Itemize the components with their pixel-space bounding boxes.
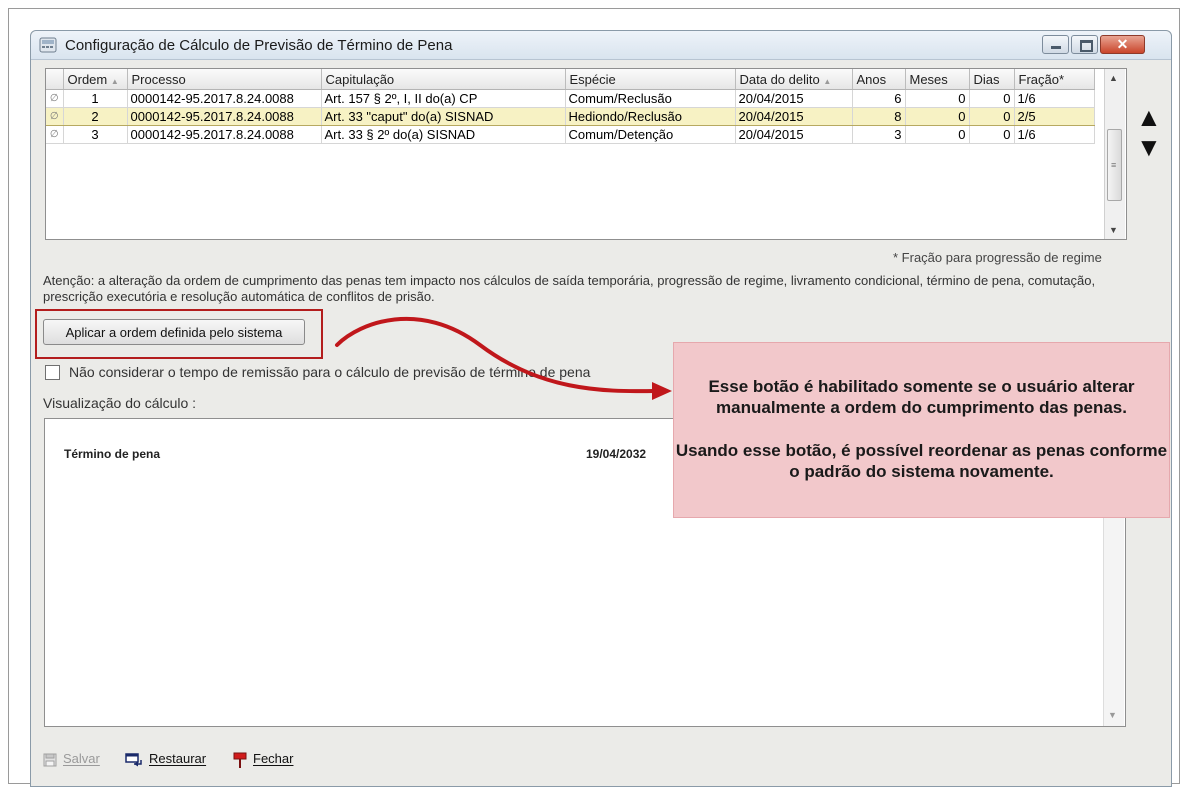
scroll-down-icon[interactable]: ▼ — [1109, 225, 1118, 235]
scroll-down-icon[interactable]: ▼ — [1108, 710, 1117, 720]
minimize-button[interactable] — [1042, 35, 1069, 54]
maximize-button[interactable] — [1071, 35, 1098, 54]
cell-ordem[interactable]: 3 — [63, 125, 128, 144]
col-anos-header[interactable]: Anos — [852, 69, 906, 90]
minimize-icon — [1051, 46, 1061, 49]
col-capitulacao-header[interactable]: Capitulação — [321, 69, 566, 90]
maximize-icon — [1080, 40, 1093, 52]
app-icon — [39, 37, 57, 53]
col-ordem-header[interactable]: Ordem ▲ — [63, 69, 128, 90]
cell-data[interactable]: 20/04/2015 — [735, 89, 853, 108]
red-flag-icon — [233, 752, 247, 768]
col-processo-header[interactable]: Processo — [127, 69, 322, 90]
attention-text: Atenção: a alteração da ordem de cumprim… — [43, 273, 1096, 304]
col-data-header[interactable]: Data do delito ▲ — [735, 69, 853, 90]
col-meses-header[interactable]: Meses — [905, 69, 970, 90]
calc-term-date: 19/04/2032 — [586, 447, 647, 461]
cell-fracao[interactable]: 1/6 — [1014, 125, 1095, 144]
table-row[interactable]: ∅ 1 0000142-95.2017.8.24.0088 Art. 157 §… — [46, 89, 1095, 108]
cell-especie[interactable]: Comum/Reclusão — [565, 89, 736, 108]
grip-icon: ≡ — [1111, 160, 1117, 170]
save-button[interactable]: Salvar — [43, 751, 100, 767]
close-button[interactable]: Fechar — [233, 751, 293, 768]
calc-term-label: Término de pena — [64, 447, 161, 461]
restore-icon — [125, 752, 142, 767]
floppy-disk-icon — [43, 753, 57, 767]
window-title: Configuração de Cálculo de Previsão de T… — [65, 37, 453, 54]
title-bar: Configuração de Cálculo de Previsão de T… — [31, 31, 1171, 60]
col-indicator-header — [46, 69, 64, 90]
cell-data[interactable]: 20/04/2015 — [735, 107, 853, 126]
cell-dias[interactable]: 0 — [969, 89, 1015, 108]
cell-meses[interactable]: 0 — [905, 107, 970, 126]
annotation-callout: Esse botão é habilitado somente se o usu… — [673, 342, 1170, 518]
cell-capitulacao[interactable]: Art. 33 "caput" do(a) SISNAD — [321, 107, 566, 126]
close-label: Fechar — [253, 751, 294, 766]
close-window-button[interactable]: ✕ — [1100, 35, 1145, 54]
cell-especie[interactable]: Hediondo/Reclusão — [565, 107, 736, 126]
cell-processo[interactable]: 0000142-95.2017.8.24.0088 — [127, 125, 322, 144]
col-especie-header[interactable]: Espécie — [565, 69, 736, 90]
grid-header-row: Ordem ▲ Processo Capitulação Espécie Dat… — [46, 69, 1095, 90]
close-icon: ✕ — [1116, 36, 1129, 52]
row-edit-icon: ∅ — [46, 125, 64, 144]
table-row-selected[interactable]: ∅ 2 0000142-95.2017.8.24.0088 Art. 33 "c… — [46, 107, 1095, 126]
ignore-remission-checkbox[interactable] — [45, 365, 60, 380]
restore-label: Restaurar — [149, 751, 207, 766]
col-fracao-header[interactable]: Fração* — [1014, 69, 1095, 90]
scroll-up-icon[interactable]: ▲ — [1109, 73, 1118, 83]
sort-icon: ▲ — [110, 76, 119, 86]
cell-especie[interactable]: Comum/Detenção — [565, 125, 736, 144]
cell-anos[interactable]: 3 — [852, 125, 906, 144]
move-down-icon[interactable]: ▼ — [1136, 134, 1162, 160]
callout-text-2: Usando esse botão, é possível reordenar … — [675, 441, 1168, 481]
row-edit-icon: ∅ — [46, 89, 64, 108]
cell-ordem[interactable]: 1 — [63, 89, 128, 108]
table-row[interactable]: ∅ 3 0000142-95.2017.8.24.0088 Art. 33 § … — [46, 125, 1095, 144]
callout-text-1: Esse botão é habilitado somente se o usu… — [708, 377, 1135, 417]
row-edit-icon: ∅ — [46, 107, 64, 126]
move-up-icon[interactable]: ▲ — [1136, 104, 1162, 130]
cell-anos[interactable]: 8 — [852, 107, 906, 126]
scroll-thumb[interactable]: ≡ — [1107, 129, 1122, 201]
sort-icon: ▲ — [823, 76, 832, 86]
cell-fracao[interactable]: 1/6 — [1014, 89, 1095, 108]
cell-ordem[interactable]: 2 — [63, 107, 128, 126]
cell-capitulacao[interactable]: Art. 33 § 2º do(a) SISNAD — [321, 125, 566, 144]
cell-meses[interactable]: 0 — [905, 89, 970, 108]
cell-data[interactable]: 20/04/2015 — [735, 125, 853, 144]
cell-processo[interactable]: 0000142-95.2017.8.24.0088 — [127, 89, 322, 108]
cell-anos[interactable]: 6 — [852, 89, 906, 108]
visualization-label: Visualização do cálculo : — [43, 395, 197, 411]
sentence-grid: Ordem ▲ Processo Capitulação Espécie Dat… — [45, 68, 1127, 240]
grid-scrollbar[interactable]: ▲ ≡ ▼ — [1104, 69, 1125, 239]
col-dias-header[interactable]: Dias — [969, 69, 1015, 90]
cell-dias[interactable]: 0 — [969, 107, 1015, 126]
restore-button[interactable]: Restaurar — [125, 751, 206, 767]
cell-fracao[interactable]: 2/5 — [1014, 107, 1095, 126]
fraction-note: * Fração para progressão de regime — [893, 250, 1102, 265]
save-label: Salvar — [63, 751, 100, 766]
apply-system-order-button[interactable]: Aplicar a ordem definida pelo sistema — [43, 319, 305, 345]
cell-capitulacao[interactable]: Art. 157 § 2º, I, II do(a) CP — [321, 89, 566, 108]
cell-dias[interactable]: 0 — [969, 125, 1015, 144]
ignore-remission-label[interactable]: Não considerar o tempo de remissão para … — [69, 364, 590, 380]
cell-meses[interactable]: 0 — [905, 125, 970, 144]
cell-processo[interactable]: 0000142-95.2017.8.24.0088 — [127, 107, 322, 126]
